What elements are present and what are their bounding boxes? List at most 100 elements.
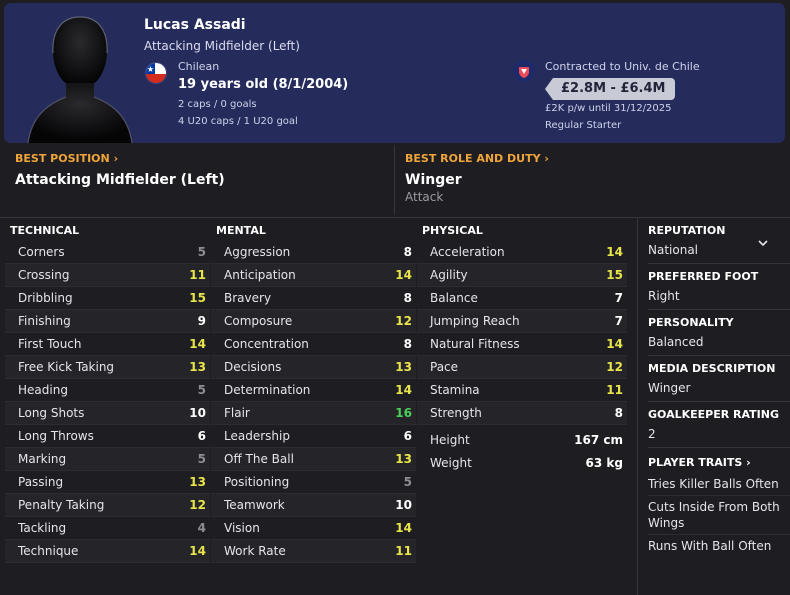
attribute-row[interactable]: Positioning 5	[211, 471, 416, 494]
squad-status: Regular Starter	[545, 120, 622, 131]
attribute-name: Long Throws	[18, 429, 94, 443]
attribute-value: 13	[395, 452, 412, 466]
attribute-row[interactable]: Finishing 9	[5, 310, 210, 333]
attribute-name: Penalty Taking	[18, 498, 105, 512]
attribute-row[interactable]: Pace 12	[417, 356, 627, 379]
attribute-row[interactable]: Penalty Taking 12	[5, 494, 210, 517]
best-role-link[interactable]: BEST ROLE AND DUTY ›	[405, 152, 549, 165]
attribute-row[interactable]: Aggression 8	[211, 241, 416, 264]
best-role-duty: Attack	[405, 190, 444, 204]
attribute-value: 12	[189, 498, 206, 512]
international-caps: 2 caps / 0 goals	[178, 99, 257, 110]
player-position: Attacking Midfielder (Left)	[144, 39, 300, 53]
attribute-row[interactable]: Dribbling 15	[5, 287, 210, 310]
attribute-value: 5	[197, 452, 206, 466]
player-traits-label: PLAYER TRAITS	[648, 456, 743, 469]
club-badge-icon[interactable]	[513, 60, 535, 82]
attribute-name: Technique	[18, 544, 79, 558]
attribute-row[interactable]: Stamina 11	[417, 379, 627, 402]
age-dob: 19 years old (8/1/2004)	[178, 77, 349, 92]
attribute-name: Balance	[430, 291, 478, 305]
attribute-value: 9	[197, 314, 206, 328]
attribute-row[interactable]: Composure 12	[211, 310, 416, 333]
attribute-name: Tackling	[18, 521, 67, 535]
attribute-row[interactable]: Determination 14	[211, 379, 416, 402]
attribute-row[interactable]: Leadership 6	[211, 425, 416, 448]
best-position-label: BEST POSITION	[15, 152, 110, 165]
attribute-value: 6	[197, 429, 206, 443]
attribute-name: Jumping Reach	[430, 314, 520, 328]
weight-value: 63 kg	[585, 455, 623, 470]
attribute-row[interactable]: Concentration 8	[211, 333, 416, 356]
attribute-row[interactable]: Long Shots 10	[5, 402, 210, 425]
attribute-value: 14	[395, 268, 412, 282]
attribute-row[interactable]: Free Kick Taking 13	[5, 356, 210, 379]
attribute-name: Anticipation	[224, 268, 296, 282]
attribute-row[interactable]: Strength 8	[417, 402, 627, 425]
attribute-value: 14	[606, 337, 623, 351]
best-position-link[interactable]: BEST POSITION ›	[15, 152, 225, 165]
attribute-name: Natural Fitness	[430, 337, 520, 351]
attribute-value: 5	[197, 245, 206, 259]
attribute-row[interactable]: Crossing 11	[5, 264, 210, 287]
attribute-value: 14	[189, 544, 206, 558]
attribute-row[interactable]: Acceleration 14	[417, 241, 627, 264]
attribute-row[interactable]: Long Throws 6	[5, 425, 210, 448]
attribute-value: 8	[614, 406, 623, 420]
attribute-row[interactable]: Marking 5	[5, 448, 210, 471]
attribute-row[interactable]: Balance 7	[417, 287, 627, 310]
attribute-name: Leadership	[224, 429, 290, 443]
attribute-row[interactable]: Decisions 13	[211, 356, 416, 379]
attribute-row[interactable]: Bravery 8	[211, 287, 416, 310]
attribute-value: 7	[614, 314, 623, 328]
mental-title: MENTAL	[216, 224, 266, 237]
attribute-name: Passing	[18, 475, 64, 489]
attribute-row[interactable]: Corners 5	[5, 241, 210, 264]
attribute-value: 4	[197, 521, 206, 535]
attribute-row[interactable]: Flair 16	[211, 402, 416, 425]
attribute-name: Off The Ball	[224, 452, 294, 466]
attribute-value: 11	[395, 544, 412, 558]
attribute-name: Determination	[224, 383, 311, 397]
attribute-row[interactable]: Work Rate 11	[211, 540, 416, 563]
attribute-value: 6	[403, 429, 412, 443]
attribute-name: Long Shots	[18, 406, 85, 420]
attribute-value: 12	[606, 360, 623, 374]
nationality: Chilean	[178, 60, 220, 73]
attribute-value: 14	[395, 521, 412, 535]
attribute-row[interactable]: Anticipation 14	[211, 264, 416, 287]
reputation-section[interactable]: REPUTATION National	[648, 218, 790, 264]
player-traits-link[interactable]: PLAYER TRAITS ›	[648, 456, 790, 469]
reputation-label: REPUTATION	[648, 224, 726, 237]
attribute-name: Positioning	[224, 475, 290, 489]
attribute-row[interactable]: Passing 13	[5, 471, 210, 494]
goalkeeper-rating-value: 2	[648, 427, 656, 441]
chile-flag-icon	[145, 62, 167, 84]
player-header: Lucas Assadi Attacking Midfielder (Left)…	[4, 3, 785, 143]
preferred-foot-value: Right	[648, 289, 680, 303]
player-name: Lucas Assadi	[144, 17, 246, 33]
chevron-down-icon[interactable]	[758, 232, 768, 251]
personality-section: PERSONALITY Balanced	[648, 310, 790, 356]
attribute-row[interactable]: Teamwork 10	[211, 494, 416, 517]
best-role-label: BEST ROLE AND DUTY	[405, 152, 541, 165]
attribute-row[interactable]: Vision 14	[211, 517, 416, 540]
attribute-row[interactable]: Agility 15	[417, 264, 627, 287]
attribute-row[interactable]: First Touch 14	[5, 333, 210, 356]
best-position-section: BEST POSITION › Attacking Midfielder (Le…	[15, 152, 225, 188]
attribute-value: 8	[403, 337, 412, 351]
attribute-value: 10	[189, 406, 206, 420]
attribute-row[interactable]: Off The Ball 13	[211, 448, 416, 471]
attribute-row[interactable]: Jumping Reach 7	[417, 310, 627, 333]
physical-title: PHYSICAL	[422, 224, 483, 237]
attribute-row[interactable]: Tackling 4	[5, 517, 210, 540]
mental-attributes: MENTAL Aggression 8 Anticipation 14 Bravery 8…	[211, 223, 416, 563]
goalkeeper-rating-section: GOALKEEPER RATING 2	[648, 402, 790, 448]
attribute-name: Dribbling	[18, 291, 73, 305]
attribute-row[interactable]: Heading 5	[5, 379, 210, 402]
attribute-row[interactable]: Natural Fitness 14	[417, 333, 627, 356]
best-position-value: Attacking Midfielder (Left)	[15, 172, 225, 188]
attribute-value: 16	[395, 406, 412, 420]
attribute-row[interactable]: Technique 14	[5, 540, 210, 563]
attribute-name: Work Rate	[224, 544, 286, 558]
